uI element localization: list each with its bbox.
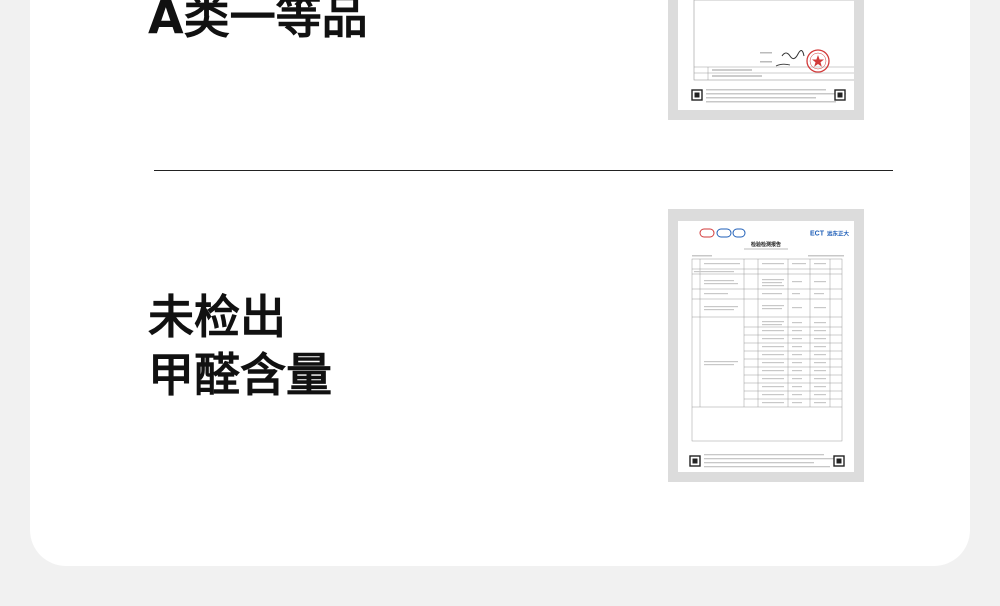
report-brand-name: 远东正大 bbox=[827, 230, 850, 238]
report-page bbox=[678, 0, 862, 110]
report-page: ECT 远东正大 检验检测报告 bbox=[678, 221, 854, 472]
section-divider bbox=[154, 170, 893, 171]
headline-line-2: 甲醛含量 bbox=[148, 348, 332, 402]
grade-headline: A类一等品 bbox=[148, 0, 368, 44]
table-cell-text bbox=[694, 263, 826, 404]
report-page-drawing bbox=[691, 0, 862, 103]
report-page-drawing: ECT 远东正大 检验检测报告 bbox=[689, 228, 850, 468]
test-results-table bbox=[691, 258, 843, 442]
test-report-image-bottom: ECT 远东正大 检验检测报告 bbox=[668, 209, 864, 482]
report-brand-logo: ECT bbox=[810, 231, 825, 238]
signature-icon bbox=[781, 50, 805, 60]
headline-line-1: 未检出 bbox=[148, 290, 286, 344]
test-report-image-top bbox=[668, 0, 864, 120]
certification-logos-icon bbox=[699, 228, 746, 238]
seal-icon bbox=[806, 49, 830, 73]
report-title: 检验检测报告 bbox=[751, 241, 781, 248]
formaldehyde-headline: 未检出 甲醛含量 bbox=[148, 288, 332, 404]
